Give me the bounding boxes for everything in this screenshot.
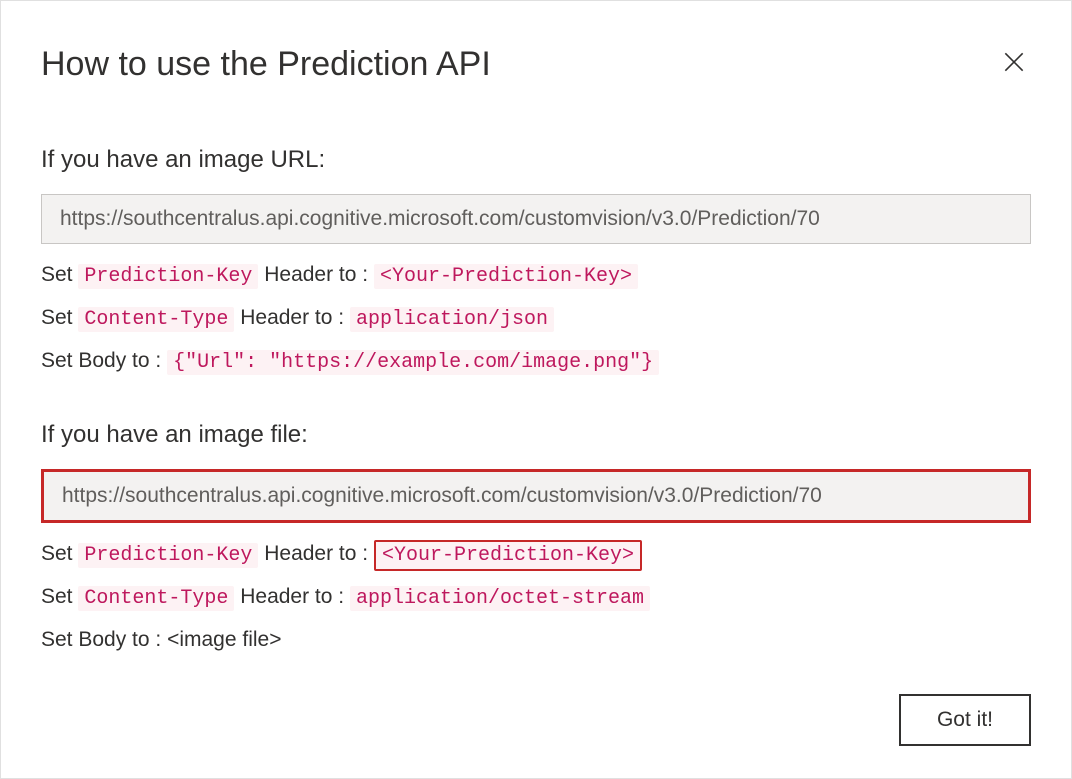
file-instruction-prediction-key: Set Prediction-Key Header to : <Your-Pre… — [41, 537, 1031, 572]
code-content-type-header: Content-Type — [78, 586, 234, 611]
prediction-api-dialog: How to use the Prediction API If you hav… — [0, 0, 1072, 779]
dialog-title: How to use the Prediction API — [41, 45, 491, 84]
code-content-type-value: application/json — [350, 307, 554, 332]
instruction-text: Header to : — [234, 585, 350, 608]
code-content-type-header: Content-Type — [78, 307, 234, 332]
instruction-text: Set Body to : — [41, 349, 167, 372]
instruction-text: Set Body to : — [41, 628, 167, 651]
file-instruction-content-type: Set Content-Type Header to : application… — [41, 580, 1031, 615]
instruction-text: Header to : — [258, 542, 374, 565]
instruction-text: Set — [41, 542, 78, 565]
code-prediction-key-value: <Your-Prediction-Key> — [374, 264, 638, 289]
close-button[interactable] — [997, 45, 1031, 79]
body-value: <image file> — [167, 628, 281, 651]
url-instruction-content-type: Set Content-Type Header to : application… — [41, 301, 1031, 336]
instruction-text: Header to : — [234, 306, 350, 329]
code-body-value: {"Url": "https://example.com/image.png"} — [167, 350, 659, 375]
code-prediction-key-value: <Your-Prediction-Key> — [374, 540, 642, 571]
code-prediction-key-header: Prediction-Key — [78, 543, 258, 568]
code-content-type-value: application/octet-stream — [350, 586, 650, 611]
instruction-text: Set — [41, 263, 78, 286]
url-instruction-prediction-key: Set Prediction-Key Header to : <Your-Pre… — [41, 258, 1031, 293]
dialog-footer: Got it! — [899, 694, 1031, 746]
dialog-header: How to use the Prediction API — [41, 45, 1031, 84]
code-prediction-key-header: Prediction-Key — [78, 264, 258, 289]
url-instruction-body: Set Body to : {"Url": "https://example.c… — [41, 344, 1031, 379]
instruction-text: Header to : — [258, 263, 374, 286]
image-file-heading: If you have an image file: — [41, 421, 1031, 449]
instruction-text: Set — [41, 585, 78, 608]
image-url-section: If you have an image URL: https://southc… — [41, 146, 1031, 379]
close-icon — [1001, 49, 1027, 75]
image-url-endpoint-box[interactable]: https://southcentralus.api.cognitive.mic… — [41, 194, 1031, 244]
got-it-button[interactable]: Got it! — [899, 694, 1031, 746]
file-instruction-body: Set Body to : <image file> — [41, 623, 1031, 657]
image-file-endpoint-box[interactable]: https://southcentralus.api.cognitive.mic… — [41, 469, 1031, 523]
instruction-text: Set — [41, 306, 78, 329]
image-file-section: If you have an image file: https://south… — [41, 421, 1031, 657]
image-url-heading: If you have an image URL: — [41, 146, 1031, 174]
